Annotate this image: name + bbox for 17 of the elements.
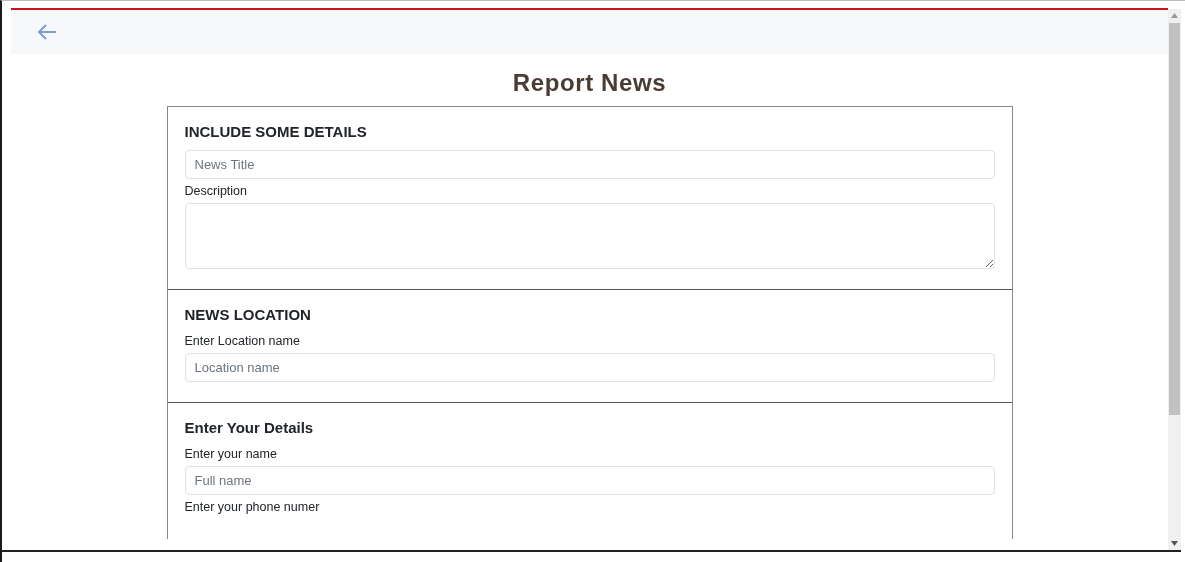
description-field[interactable] [184,203,995,269]
section-heading: INCLUDE SOME DETAILS [184,122,368,142]
scroll-up-icon[interactable] [1171,13,1178,18]
scrollbar[interactable] [1168,9,1181,550]
section-heading: NEWS LOCATION [184,305,312,325]
scroll-down-icon[interactable] [1171,541,1178,546]
section-heading: Enter Your Details [184,418,315,438]
field-label: Enter your name [184,446,278,462]
field-label: Enter Location name [184,333,301,349]
field-label: Enter your phone numer [184,499,321,515]
scrollbar-thumb[interactable] [1169,23,1180,415]
back-arrow-icon[interactable] [37,24,57,40]
text-field[interactable]: Location name [184,353,995,382]
field-label: Description [184,183,249,199]
page-title: Report News [511,68,668,98]
text-field[interactable]: Full name [184,466,995,495]
text-field[interactable]: News Title [184,150,995,179]
